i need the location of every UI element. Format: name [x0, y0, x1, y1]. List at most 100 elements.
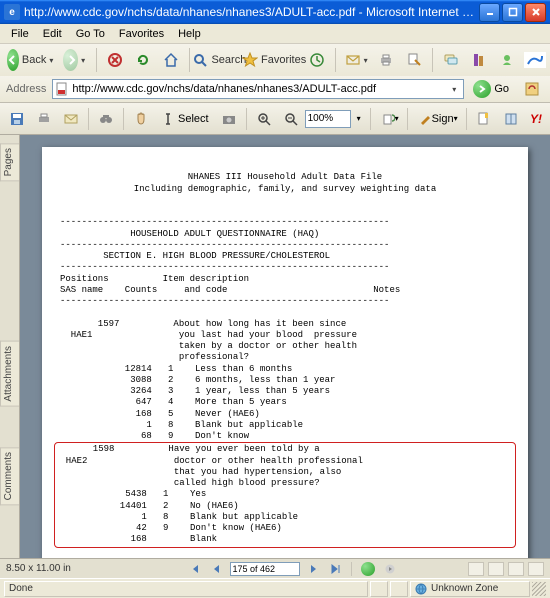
- pdf-hand-tool-button[interactable]: [128, 106, 154, 132]
- address-dropdown-icon[interactable]: ▾: [447, 85, 461, 94]
- edit-icon: [406, 51, 422, 69]
- close-button[interactable]: [525, 3, 546, 22]
- next-page-button[interactable]: [304, 561, 322, 577]
- hae1-line: HAE1 you last had your blood pressure: [60, 330, 357, 340]
- pdf-zoomout-button[interactable]: [278, 106, 304, 132]
- forward-dropdown-icon[interactable]: ▾: [81, 56, 86, 65]
- doc-heading-1: NHANES III Household Adult Data File: [188, 172, 382, 182]
- back-dropdown-icon[interactable]: ▾: [49, 56, 53, 65]
- hae1-row: 3088 2 6 months, less than 1 year: [60, 375, 335, 385]
- hae1-row: 168 5 Never (HAE6): [60, 409, 260, 419]
- pdf-page-icon: [55, 82, 69, 96]
- pdf-zoomin-button[interactable]: [251, 106, 277, 132]
- edit-button[interactable]: [401, 47, 427, 73]
- mail-button[interactable]: ▾: [341, 47, 371, 73]
- minimize-button[interactable]: [479, 3, 500, 22]
- pdf-sign-button[interactable]: Sign▾: [412, 106, 462, 132]
- document-viewport[interactable]: NHANES III Household Adult Data File Inc…: [20, 135, 550, 558]
- pdf-find-button[interactable]: [93, 106, 119, 132]
- messenger-button[interactable]: [494, 47, 520, 73]
- sidetab-comments[interactable]: Comments: [0, 447, 19, 505]
- doc-heading-2: Including demographic, family, and surve…: [134, 184, 436, 194]
- facing-view-button[interactable]: [508, 562, 524, 576]
- stop-button[interactable]: [102, 47, 128, 73]
- research-button[interactable]: [466, 47, 492, 73]
- prev-page-button[interactable]: [208, 561, 226, 577]
- book-icon: [503, 111, 519, 127]
- menu-help[interactable]: Help: [171, 26, 208, 42]
- favorites-label: Favorites: [261, 54, 306, 66]
- pdf-zoom-input[interactable]: [305, 110, 351, 128]
- hand-icon: [133, 111, 149, 127]
- hae1-line: taken by a doctor or other health: [60, 341, 357, 351]
- pdf-zoom-dropdown[interactable]: ▾: [352, 106, 366, 132]
- prev-view-button[interactable]: [359, 561, 377, 577]
- favorites-button[interactable]: Favorites: [246, 47, 302, 73]
- search-button[interactable]: Search: [195, 47, 244, 73]
- address-bar: Address ▾ Go: [0, 76, 550, 102]
- pdf-snapshot-button[interactable]: [216, 106, 242, 132]
- pen-icon: [418, 112, 432, 126]
- menu-file[interactable]: File: [4, 26, 36, 42]
- next-view-button[interactable]: [381, 561, 399, 577]
- last-page-button[interactable]: [326, 561, 344, 577]
- back-button[interactable]: Back ▾: [4, 47, 56, 73]
- star-icon: [242, 51, 258, 69]
- go-label: Go: [494, 83, 509, 95]
- resize-grip[interactable]: [532, 582, 546, 596]
- menu-edit[interactable]: Edit: [36, 26, 69, 42]
- mail-dropdown-icon[interactable]: ▾: [364, 56, 368, 65]
- address-input[interactable]: [72, 83, 444, 95]
- sidetab-pages[interactable]: Pages: [0, 143, 19, 181]
- links-button[interactable]: [518, 76, 546, 102]
- save-icon: [9, 111, 25, 127]
- pdf-rotate-button[interactable]: ▾: [375, 106, 403, 132]
- hae1-row: 647 4 More than 5 years: [60, 397, 287, 407]
- camera-icon: [221, 111, 237, 127]
- pdf-select-button[interactable]: Select: [155, 106, 215, 132]
- forward-button[interactable]: ▾: [58, 47, 91, 73]
- separator: [189, 48, 190, 72]
- hae2-row: 1 8 Blank but applicable: [55, 512, 298, 522]
- binoculars-icon: [98, 111, 114, 127]
- zoom-out-icon: [283, 111, 299, 127]
- history-button[interactable]: [304, 47, 330, 73]
- ie-icon: e: [4, 4, 20, 20]
- menubar: File Edit Go To Favorites Help: [0, 24, 550, 44]
- first-page-button[interactable]: [186, 561, 204, 577]
- discuss-button[interactable]: [438, 47, 464, 73]
- maximize-button[interactable]: [502, 3, 523, 22]
- home-button[interactable]: [158, 47, 184, 73]
- status-segment: [370, 581, 388, 597]
- history-icon: [309, 51, 325, 69]
- zone-label: Unknown Zone: [431, 583, 498, 594]
- window-title: http://www.cdc.gov/nchs/data/nhanes/nhan…: [24, 5, 479, 19]
- page-icon: [476, 111, 492, 127]
- refresh-button[interactable]: [130, 47, 156, 73]
- continuous-view-button[interactable]: [488, 562, 504, 576]
- doc-section-1: HOUSEHOLD ADULT QUESTIONNAIRE (HAQ): [60, 229, 319, 239]
- continuous-facing-view-button[interactable]: [528, 562, 544, 576]
- pdf-ebook-button[interactable]: [498, 106, 524, 132]
- adobe-logo-icon: Y!: [530, 112, 546, 126]
- sidetab-attachments[interactable]: Attachments: [0, 341, 19, 407]
- pdf-side-tabs: Pages Attachments Comments: [0, 135, 20, 558]
- pdf-bookmark-button[interactable]: [471, 106, 497, 132]
- hae2-line: called high blood pressure?: [55, 478, 320, 488]
- page-number-input[interactable]: [230, 562, 300, 576]
- menu-goto[interactable]: Go To: [69, 26, 112, 42]
- messenger-icon: [499, 51, 515, 69]
- pdf-print-button[interactable]: [31, 106, 57, 132]
- hae2-row: 42 9 Don't know (HAE6): [55, 523, 282, 533]
- go-button[interactable]: Go: [468, 78, 514, 100]
- print-button[interactable]: [373, 47, 399, 73]
- pdf-email-button[interactable]: [58, 106, 84, 132]
- pdf-save-button[interactable]: [4, 106, 30, 132]
- address-field[interactable]: ▾: [52, 79, 464, 99]
- menu-favorites[interactable]: Favorites: [112, 26, 171, 42]
- single-page-view-button[interactable]: [468, 562, 484, 576]
- hae1-pos: 1597 About how long has it been since: [60, 319, 346, 329]
- hae2-row: 14401 2 No (HAE6): [55, 501, 239, 511]
- zoom-in-icon: [256, 111, 272, 127]
- separator: [96, 48, 97, 72]
